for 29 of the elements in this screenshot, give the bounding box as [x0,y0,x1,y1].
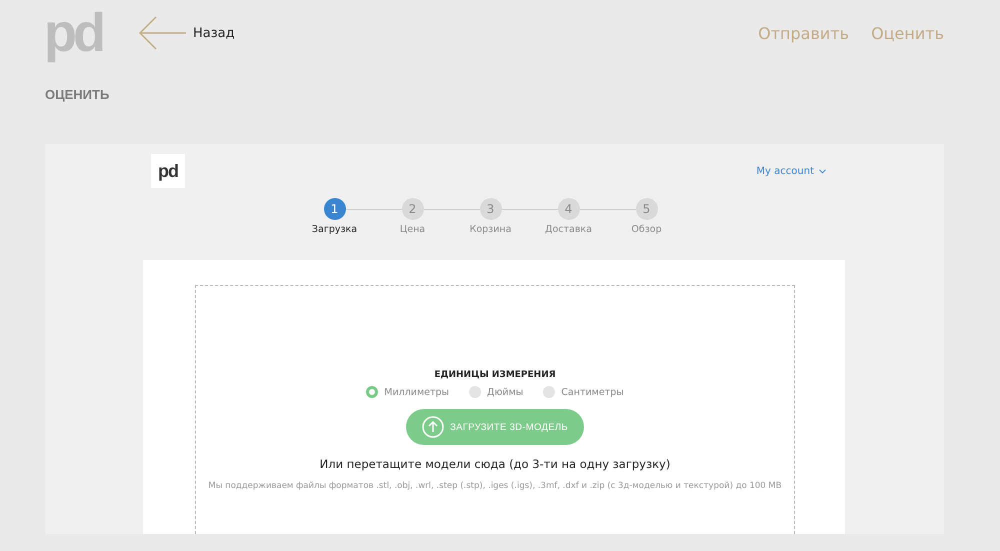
logo[interactable]: pd [151,154,185,188]
step-label: Загрузка [312,224,358,235]
step-circle[interactable]: 2 [402,198,424,220]
radio-label[interactable]: Дюймы [487,386,524,398]
step-circle[interactable]: 3 [480,198,502,220]
radio-button[interactable] [543,386,556,398]
nav-link[interactable]: Оценить [871,24,944,42]
step-label: Цена [400,224,426,235]
step-circle[interactable]: 4 [558,198,580,220]
step-label: Обзор [631,224,662,235]
back-link[interactable]: Назад [139,16,235,50]
radio-button[interactable] [469,386,482,398]
radio-button[interactable] [366,386,378,398]
step-circle[interactable]: 5 [636,198,658,220]
upload-button[interactable]: ЗАГРУЗИТЕ 3D-МОДЕЛЬ [406,409,584,445]
drop-hint: Или перетащите модели сюда (до 3-ти на одну загрузку) [320,457,670,471]
radio-label[interactable]: Миллиметры [384,386,450,398]
formats-note: Мы поддерживаем файлы форматов .stl, .obj, .wrl, .step (.stp), .iges (.igs), .3mf, .dxf и .zip (с 3д-моделью и текстурой) до 100 MB [208,481,782,491]
back-arrow-icon [139,16,187,50]
step-circle[interactable]: 1 [324,198,346,220]
step-label: Корзина [470,224,512,235]
chevron-down-icon [819,168,826,174]
nav-link[interactable]: Отправить [758,24,850,42]
radio-label[interactable]: Сантиметры [561,386,624,398]
account-menu[interactable]: My account [756,166,826,176]
units-title: ЕДИНИЦЫ ИЗМЕРЕНИЯ [434,370,556,380]
step-label: Доставка [545,224,592,235]
page-title: ОЦЕНИТЬ [45,87,110,102]
drop-zone[interactable] [195,285,795,534]
